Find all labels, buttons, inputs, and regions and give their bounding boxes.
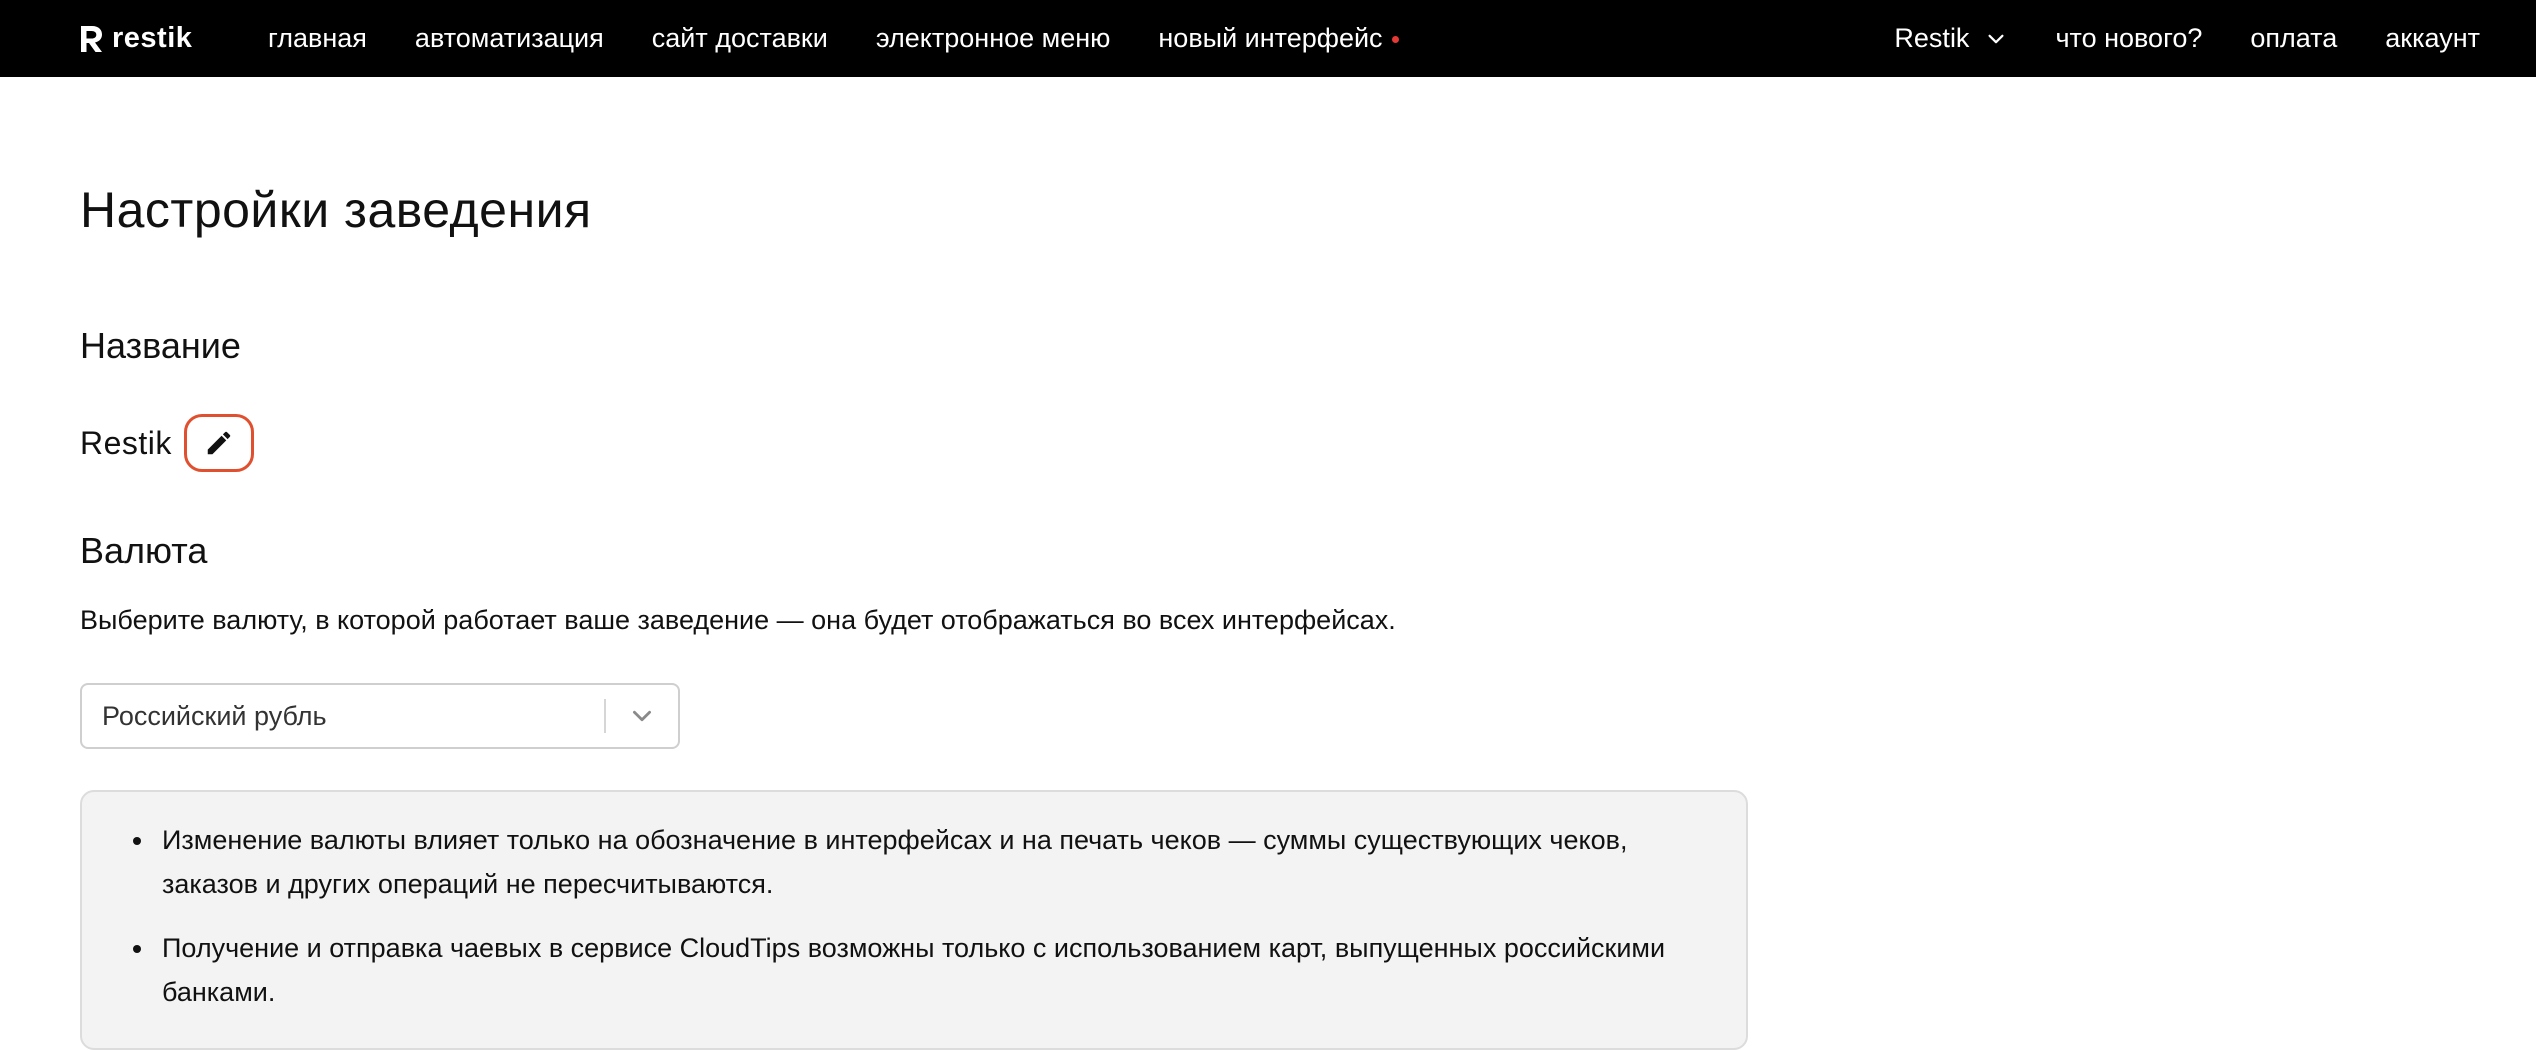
chevron-down-icon — [633, 710, 651, 722]
list-item: Изменение валюты влияет только на обозна… — [156, 818, 1706, 906]
nav-new-interface[interactable]: новый интерфейс — [1158, 23, 1399, 54]
currency-notice-box: Изменение валюты влияет только на обозна… — [80, 790, 1748, 1050]
nav-account[interactable]: аккаунт — [2385, 23, 2480, 54]
restik-logo-icon — [81, 25, 102, 52]
restik-logo[interactable]: restik — [78, 0, 192, 77]
venue-switcher-label: Restik — [1894, 23, 1970, 53]
logo-text: restik — [112, 22, 193, 54]
new-indicator-dot — [1391, 36, 1399, 43]
main-nav: главная автоматизация сайт доставки элек… — [268, 0, 1447, 77]
currency-select-value: Российский рубль — [102, 700, 327, 731]
nav-home[interactable]: главная — [268, 23, 367, 54]
nav-delivery-site[interactable]: сайт доставки — [652, 23, 828, 54]
page-title: Настройки заведения — [80, 182, 592, 238]
nav-payment[interactable]: оплата — [2250, 23, 2337, 54]
currency-select[interactable]: Российский рубль — [80, 683, 680, 749]
venue-name-row: Restik — [80, 414, 254, 472]
nav-whats-new[interactable]: что нового? — [2055, 23, 2202, 54]
edit-name-button[interactable] — [183, 414, 254, 472]
pencil-icon — [207, 431, 231, 455]
venue-name-value: Restik — [80, 424, 172, 461]
venue-switcher[interactable]: Restik — [1894, 23, 2007, 54]
nav-new-interface-label: новый интерфейс — [1158, 23, 1383, 53]
list-item: Получение и отправка чаевых в сервисе Cl… — [156, 926, 1706, 1014]
name-section-heading: Название — [80, 325, 241, 366]
chevron-down-icon — [1988, 34, 2004, 43]
nav-automation[interactable]: автоматизация — [415, 23, 604, 54]
currency-select-toggle[interactable] — [606, 685, 678, 747]
top-navigation-bar: restik главная автоматизация сайт достав… — [0, 0, 2536, 77]
currency-description: Выберите валюту, в которой работает ваше… — [80, 605, 1396, 635]
currency-notes-list: Изменение валюты влияет только на обозна… — [122, 818, 1706, 1014]
account-nav: Restik что нового? оплата аккаунт — [1894, 0, 2480, 77]
nav-electronic-menu[interactable]: электронное меню — [876, 23, 1111, 54]
currency-section-heading: Валюта — [80, 530, 208, 571]
